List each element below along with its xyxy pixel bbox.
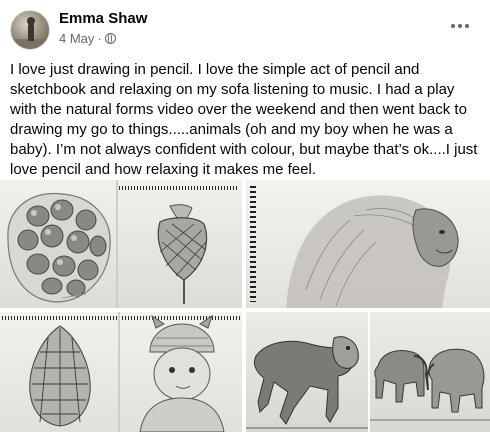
globe-icon[interactable] [104,33,116,44]
photo-lotus-seed-pod[interactable] [0,180,242,308]
more-options-icon[interactable] [446,14,474,38]
photo-elephants[interactable] [370,312,490,432]
post-header: Emma Shaw 4 May · [0,0,490,56]
photo-gallery [0,180,490,432]
meta-separator: · [97,31,102,46]
photo-gorilla[interactable] [246,180,490,308]
photo-pinecone-baby[interactable] [0,312,242,432]
post-meta: 4 May · [59,31,116,46]
post-text: I love just drawing in pencil. I love th… [10,61,478,178]
author-name[interactable]: Emma Shaw [59,10,147,27]
photo-mandrill[interactable] [246,312,368,432]
author-avatar[interactable] [10,10,50,50]
post-date[interactable]: 4 May [59,31,94,46]
